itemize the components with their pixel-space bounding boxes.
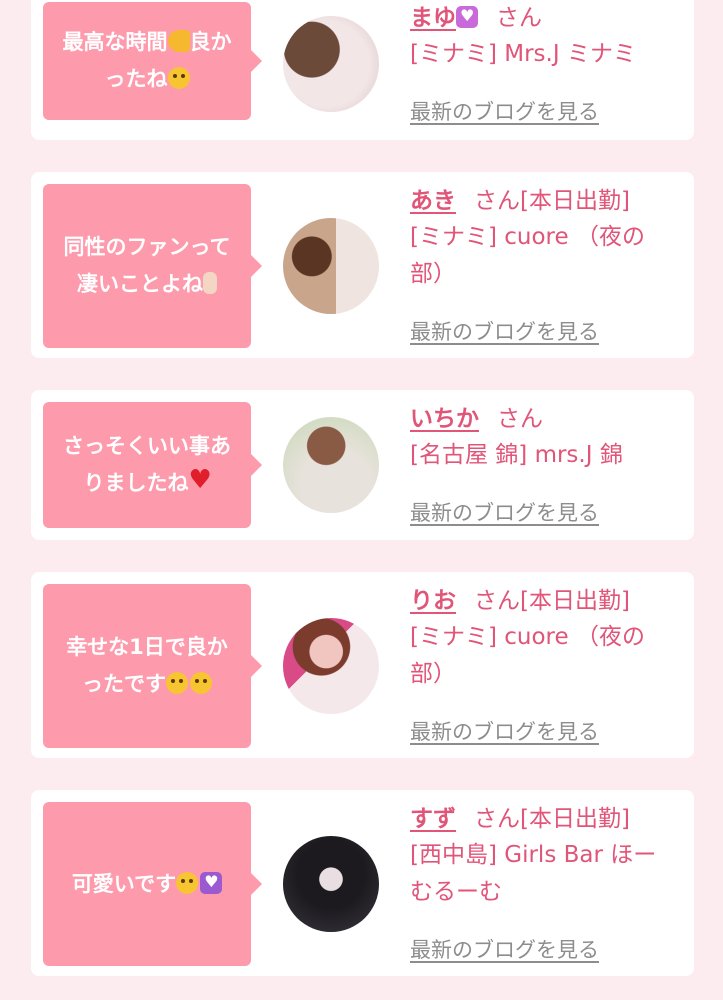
comment-text: 可愛いです bbox=[71, 871, 177, 896]
comment-card: 幸せな1日で良か ったです りお さん[本日出勤] [ミナミ] cuore （夜の… bbox=[31, 572, 694, 758]
comment-bubble: 同性のファンって 凄いことよね bbox=[43, 184, 262, 348]
comment-bubble: さっそくいい事あ りましたね bbox=[43, 402, 262, 528]
shop-name: [ミナミ] Mrs.J ミナミ bbox=[410, 41, 636, 67]
comment-text: 同性のファンって bbox=[63, 235, 231, 259]
comment-text: 幸せな1日で良か bbox=[66, 635, 228, 659]
avatar[interactable] bbox=[283, 417, 379, 513]
comment-card: さっそくいい事あ りましたね いちかさん [名古屋 錦] mrs.J 錦 最新の… bbox=[31, 390, 694, 540]
thumbs-up-icon bbox=[167, 30, 190, 52]
star-struck-face-icon bbox=[167, 67, 190, 89]
comment-text: ったです bbox=[82, 672, 166, 696]
flushed-face-icon bbox=[190, 672, 212, 694]
today-attendance-badge: [本日出勤] bbox=[520, 588, 630, 614]
comment-text: 凄いことよね bbox=[76, 272, 203, 296]
comment-text: 良か bbox=[189, 30, 232, 54]
shop-name: [ミナミ] cuore （夜の bbox=[410, 624, 645, 650]
today-attendance-badge: [本日出勤] bbox=[520, 188, 630, 214]
honorific: さん bbox=[474, 588, 520, 614]
cast-name-link[interactable]: まゆ bbox=[410, 5, 456, 31]
latest-blog-link[interactable]: 最新のブログを見る bbox=[410, 716, 599, 746]
comment-text: ったね bbox=[104, 67, 168, 91]
flushed-face-icon bbox=[166, 672, 188, 694]
comment-bubble: 最高な時間 良か ったね bbox=[43, 2, 262, 120]
shop-name: 部） bbox=[410, 261, 456, 287]
latest-blog-link[interactable]: 最新のブログを見る bbox=[410, 96, 599, 126]
cast-name-link[interactable]: りお bbox=[410, 588, 456, 614]
honorific: さん bbox=[497, 406, 543, 432]
avatar[interactable] bbox=[283, 836, 379, 932]
comment-text: さっそくいい事あ bbox=[63, 434, 231, 458]
comment-card: 同性のファンって 凄いことよね あき さん[本日出勤] [ミナミ] cuore （… bbox=[31, 172, 694, 358]
latest-blog-link[interactable]: 最新のブログを見る bbox=[410, 934, 599, 964]
honorific: さん bbox=[474, 188, 520, 214]
comment-text: りましたね bbox=[83, 471, 189, 495]
comment-card: 可愛いです すずさん[本日出勤] [西中島] Girls Bar ほー むるーむ… bbox=[31, 790, 694, 976]
comment-bubble: 幸せな1日で良か ったです bbox=[43, 584, 262, 748]
shop-name: むるーむ bbox=[410, 879, 502, 905]
shop-name: [西中島] Girls Bar ほー bbox=[410, 842, 657, 868]
honorific: さん bbox=[474, 806, 520, 832]
sparkling-heart-icon bbox=[456, 5, 478, 28]
purple-heart-icon bbox=[200, 871, 223, 894]
shop-name: [名古屋 錦] mrs.J 錦 bbox=[410, 442, 623, 468]
shop-name: [ミナミ] cuore （夜の bbox=[410, 224, 645, 250]
latest-blog-link[interactable]: 最新のブログを見る bbox=[410, 497, 599, 527]
cast-name-link[interactable]: あき bbox=[410, 188, 456, 214]
avatar[interactable] bbox=[283, 16, 379, 112]
cast-name-link[interactable]: すず bbox=[410, 806, 456, 832]
avatar[interactable] bbox=[283, 618, 379, 714]
cast-name-link[interactable]: いちか bbox=[410, 406, 479, 432]
latest-blog-link[interactable]: 最新のブログを見る bbox=[410, 316, 599, 346]
pointing-up-icon bbox=[202, 272, 217, 294]
comment-bubble: 可愛いです bbox=[43, 802, 262, 966]
today-attendance-badge: [本日出勤] bbox=[520, 806, 630, 832]
avatar[interactable] bbox=[283, 218, 379, 314]
red-heart-icon bbox=[189, 465, 212, 495]
comment-card: 最高な時間良か ったね まゆ さん [ミナミ] Mrs.J ミナミ 最新のブログを… bbox=[31, 0, 694, 140]
shop-name: 部） bbox=[410, 661, 456, 687]
honorific: さん bbox=[496, 5, 542, 31]
pleading-face-icon bbox=[176, 871, 199, 894]
comment-text: 最高な時間 bbox=[62, 30, 168, 54]
